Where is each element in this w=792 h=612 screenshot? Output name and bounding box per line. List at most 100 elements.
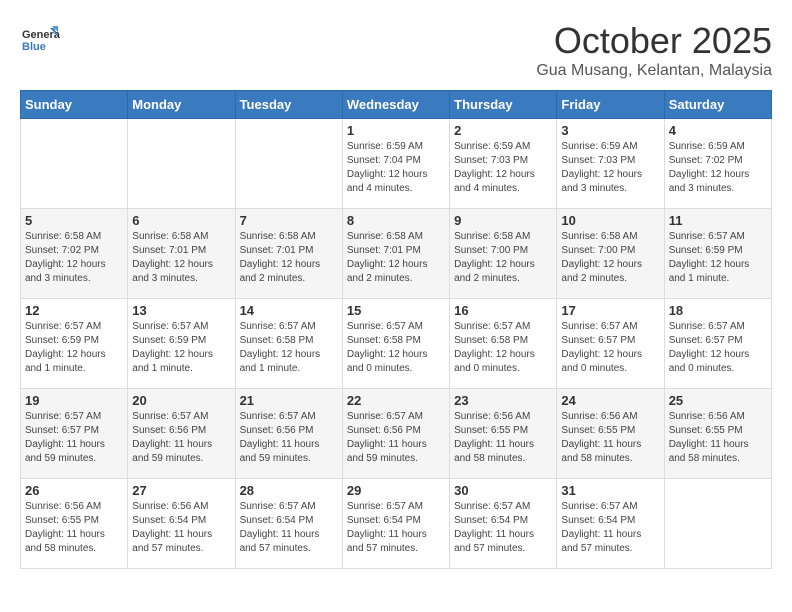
day-info: Sunrise: 6:58 AMSunset: 7:01 PMDaylight:…	[347, 230, 445, 286]
day-info: Sunrise: 6:57 AMSunset: 6:58 PMDaylight:…	[347, 320, 445, 376]
day-info: Sunrise: 6:58 AMSunset: 7:00 PMDaylight:…	[561, 230, 659, 286]
day-number: 15	[347, 303, 445, 318]
day-info: Sunrise: 6:56 AMSunset: 6:55 PMDaylight:…	[669, 410, 767, 466]
day-info: Sunrise: 6:59 AMSunset: 7:04 PMDaylight:…	[347, 140, 445, 196]
title-area: October 2025 Gua Musang, Kelantan, Malay…	[536, 20, 772, 80]
day-info: Sunrise: 6:58 AMSunset: 7:01 PMDaylight:…	[240, 230, 338, 286]
col-friday: Friday	[557, 91, 664, 119]
day-number: 22	[347, 393, 445, 408]
calendar-cell: 30 Sunrise: 6:57 AMSunset: 6:54 PMDayligh…	[450, 479, 557, 569]
day-info: Sunrise: 6:57 AMSunset: 6:56 PMDaylight:…	[347, 410, 445, 466]
calendar-cell: 15 Sunrise: 6:57 AMSunset: 6:58 PMDayligh…	[342, 299, 449, 389]
day-info: Sunrise: 6:57 AMSunset: 6:56 PMDaylight:…	[240, 410, 338, 466]
day-info: Sunrise: 6:59 AMSunset: 7:02 PMDaylight:…	[669, 140, 767, 196]
col-wednesday: Wednesday	[342, 91, 449, 119]
day-number: 13	[132, 303, 230, 318]
calendar-cell: 10 Sunrise: 6:58 AMSunset: 7:00 PMDayligh…	[557, 209, 664, 299]
col-sunday: Sunday	[21, 91, 128, 119]
header-row: Sunday Monday Tuesday Wednesday Thursday…	[21, 91, 772, 119]
day-number: 8	[347, 213, 445, 228]
calendar-week-2: 12 Sunrise: 6:57 AMSunset: 6:59 PMDayligh…	[21, 299, 772, 389]
day-number: 10	[561, 213, 659, 228]
calendar-cell: 14Sunrise: 6:57 AMSunset: 6:58 PMDayligh…	[235, 299, 342, 389]
day-info: Sunrise: 6:56 AMSunset: 6:54 PMDaylight:…	[132, 500, 230, 556]
day-number: 12	[25, 303, 123, 318]
svg-text:Blue: Blue	[22, 41, 46, 53]
day-number: 20	[132, 393, 230, 408]
col-saturday: Saturday	[664, 91, 771, 119]
calendar-cell: 12 Sunrise: 6:57 AMSunset: 6:59 PMDayligh…	[21, 299, 128, 389]
day-number: 5	[25, 213, 123, 228]
calendar-cell: 1 Sunrise: 6:59 AMSunset: 7:04 PMDaylight…	[342, 119, 449, 209]
day-number: 16	[454, 303, 552, 318]
calendar-body: 1 Sunrise: 6:59 AMSunset: 7:04 PMDaylight…	[21, 119, 772, 569]
day-info: Sunrise: 6:57 AMSunset: 6:57 PMDaylight:…	[561, 320, 659, 376]
calendar-cell: 29Sunrise: 6:57 AMSunset: 6:54 PMDayligh…	[342, 479, 449, 569]
day-number: 30	[454, 483, 552, 498]
calendar-cell	[128, 119, 235, 209]
day-number: 7	[240, 213, 338, 228]
calendar-cell: 4 Sunrise: 6:59 AMSunset: 7:02 PMDaylight…	[664, 119, 771, 209]
day-info: Sunrise: 6:57 AMSunset: 6:57 PMDaylight:…	[669, 320, 767, 376]
calendar-cell: 18 Sunrise: 6:57 AMSunset: 6:57 PMDayligh…	[664, 299, 771, 389]
calendar-cell: 23 Sunrise: 6:56 AMSunset: 6:55 PMDayligh…	[450, 389, 557, 479]
day-info: Sunrise: 6:57 AMSunset: 6:54 PMDaylight:…	[347, 500, 445, 556]
day-info: Sunrise: 6:57 AMSunset: 6:54 PMDaylight:…	[240, 500, 338, 556]
day-number: 9	[454, 213, 552, 228]
col-tuesday: Tuesday	[235, 91, 342, 119]
day-number: 24	[561, 393, 659, 408]
day-info: Sunrise: 6:58 AMSunset: 7:02 PMDaylight:…	[25, 230, 123, 286]
calendar-cell: 21Sunrise: 6:57 AMSunset: 6:56 PMDayligh…	[235, 389, 342, 479]
day-info: Sunrise: 6:57 AMSunset: 6:54 PMDaylight:…	[561, 500, 659, 556]
day-info: Sunrise: 6:56 AMSunset: 6:55 PMDaylight:…	[561, 410, 659, 466]
day-number: 25	[669, 393, 767, 408]
calendar-cell: 13 Sunrise: 6:57 AMSunset: 6:59 PMDayligh…	[128, 299, 235, 389]
calendar-cell: 7 Sunrise: 6:58 AMSunset: 7:01 PMDaylight…	[235, 209, 342, 299]
month-title: October 2025	[536, 20, 772, 62]
day-info: Sunrise: 6:58 AMSunset: 7:00 PMDaylight:…	[454, 230, 552, 286]
day-number: 28	[240, 483, 338, 498]
col-monday: Monday	[128, 91, 235, 119]
calendar-cell: 3Sunrise: 6:59 AMSunset: 7:03 PMDaylight…	[557, 119, 664, 209]
calendar-cell: 9 Sunrise: 6:58 AMSunset: 7:00 PMDaylight…	[450, 209, 557, 299]
day-number: 1	[347, 123, 445, 138]
day-info: Sunrise: 6:57 AMSunset: 6:56 PMDaylight:…	[132, 410, 230, 466]
logo: General Blue General Blue	[20, 20, 64, 60]
calendar-cell: 19Sunrise: 6:57 AMSunset: 6:57 PMDayligh…	[21, 389, 128, 479]
calendar-week-3: 19Sunrise: 6:57 AMSunset: 6:57 PMDayligh…	[21, 389, 772, 479]
day-number: 23	[454, 393, 552, 408]
day-info: Sunrise: 6:57 AMSunset: 6:59 PMDaylight:…	[669, 230, 767, 286]
calendar-week-1: 5 Sunrise: 6:58 AMSunset: 7:02 PMDaylight…	[21, 209, 772, 299]
calendar-cell: 6Sunrise: 6:58 AMSunset: 7:01 PMDaylight…	[128, 209, 235, 299]
calendar-week-4: 26Sunrise: 6:56 AMSunset: 6:55 PMDayligh…	[21, 479, 772, 569]
day-info: Sunrise: 6:59 AMSunset: 7:03 PMDaylight:…	[561, 140, 659, 196]
day-info: Sunrise: 6:57 AMSunset: 6:58 PMDaylight:…	[454, 320, 552, 376]
day-info: Sunrise: 6:56 AMSunset: 6:55 PMDaylight:…	[454, 410, 552, 466]
calendar-cell: 26Sunrise: 6:56 AMSunset: 6:55 PMDayligh…	[21, 479, 128, 569]
day-info: Sunrise: 6:59 AMSunset: 7:03 PMDaylight:…	[454, 140, 552, 196]
calendar-cell: 17 Sunrise: 6:57 AMSunset: 6:57 PMDayligh…	[557, 299, 664, 389]
calendar-cell: 31 Sunrise: 6:57 AMSunset: 6:54 PMDayligh…	[557, 479, 664, 569]
day-number: 17	[561, 303, 659, 318]
calendar-cell: 28 Sunrise: 6:57 AMSunset: 6:54 PMDayligh…	[235, 479, 342, 569]
day-info: Sunrise: 6:57 AMSunset: 6:54 PMDaylight:…	[454, 500, 552, 556]
day-number: 4	[669, 123, 767, 138]
day-info: Sunrise: 6:57 AMSunset: 6:59 PMDaylight:…	[132, 320, 230, 376]
calendar-cell	[235, 119, 342, 209]
calendar-cell: 5 Sunrise: 6:58 AMSunset: 7:02 PMDaylight…	[21, 209, 128, 299]
calendar-cell	[664, 479, 771, 569]
calendar-header: Sunday Monday Tuesday Wednesday Thursday…	[21, 91, 772, 119]
day-info: Sunrise: 6:57 AMSunset: 6:57 PMDaylight:…	[25, 410, 123, 466]
day-number: 2	[454, 123, 552, 138]
calendar-week-0: 1 Sunrise: 6:59 AMSunset: 7:04 PMDaylight…	[21, 119, 772, 209]
day-info: Sunrise: 6:56 AMSunset: 6:55 PMDaylight:…	[25, 500, 123, 556]
day-number: 31	[561, 483, 659, 498]
day-info: Sunrise: 6:57 AMSunset: 6:58 PMDaylight:…	[240, 320, 338, 376]
day-info: Sunrise: 6:57 AMSunset: 6:59 PMDaylight:…	[25, 320, 123, 376]
day-number: 18	[669, 303, 767, 318]
calendar-cell: 27Sunrise: 6:56 AMSunset: 6:54 PMDayligh…	[128, 479, 235, 569]
calendar-cell: 8 Sunrise: 6:58 AMSunset: 7:01 PMDaylight…	[342, 209, 449, 299]
calendar-cell: 20 Sunrise: 6:57 AMSunset: 6:56 PMDayligh…	[128, 389, 235, 479]
calendar-cell: 16 Sunrise: 6:57 AMSunset: 6:58 PMDayligh…	[450, 299, 557, 389]
col-thursday: Thursday	[450, 91, 557, 119]
